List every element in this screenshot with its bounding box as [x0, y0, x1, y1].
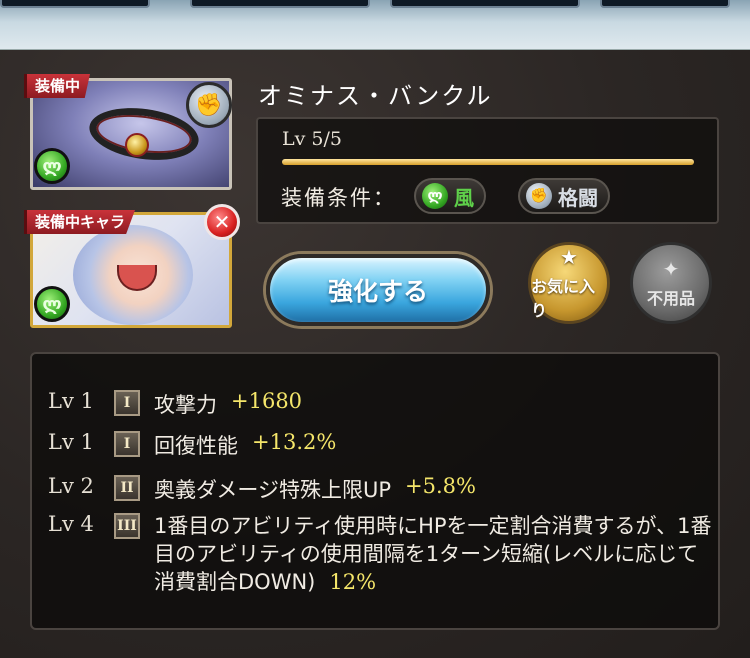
star-icon: ★	[560, 245, 578, 269]
item-name: オミナス・バンクル	[258, 82, 493, 110]
skill-description: 1番目のアビリティ使用時にHPを一定割合消費するが、1番目のアビリティの使用間隔…	[154, 512, 714, 596]
top-header-strip	[0, 0, 750, 50]
skill-name: 1番目のアビリティ使用時にHPを一定割合消費するが、1番目のアビリティの使用間隔…	[154, 514, 712, 594]
equip-condition-label: 装備条件：	[281, 186, 396, 210]
equipped-character-ribbon: 装備中キャラ	[24, 210, 136, 234]
level-label: Lv 5/5	[282, 128, 342, 150]
bangle-image	[86, 101, 202, 167]
skill-tier-badge: I	[114, 390, 140, 416]
skill-value: +13.2%	[252, 430, 337, 454]
skill-tier-badge: II	[114, 475, 140, 501]
enhance-button[interactable]: 強化する	[266, 254, 490, 326]
sparkle-icon: ✦	[662, 257, 680, 281]
junk-button[interactable]: ✦ 不用品	[630, 242, 712, 324]
gauntlet-icon: ✊	[186, 82, 232, 128]
top-tab[interactable]	[390, 0, 580, 8]
skill-level: Lv 4	[48, 512, 94, 536]
skill-row: Lv 4 III 1番目のアビリティ使用時にHPを一定割合消費するが、1番目のア…	[48, 512, 714, 596]
top-tab[interactable]	[0, 0, 150, 8]
skill-value: +1680	[231, 389, 303, 413]
skill-value: 12%	[329, 570, 377, 594]
bangle-gem	[125, 133, 149, 157]
skill-level: Lv 1	[48, 389, 94, 413]
wind-element-icon: ლ	[34, 148, 70, 184]
condition-weapon-label: 格闘	[558, 185, 598, 210]
skill-tier-badge: I	[114, 431, 140, 457]
skill-name: 回復性能	[154, 434, 238, 458]
condition-weapon-pill: ✊ 格闘	[518, 178, 610, 214]
wind-element-icon: ლ	[34, 286, 70, 322]
skill-row: Lv 1 I 回復性能 +13.2%	[48, 430, 336, 460]
skill-row: Lv 1 I 攻撃力 +1680	[48, 389, 302, 419]
skill-level: Lv 2	[48, 474, 94, 498]
skill-value: +5.8%	[404, 474, 476, 498]
level-progress-fill	[282, 159, 694, 165]
top-tab[interactable]	[600, 0, 730, 8]
favorite-label: お気に入り	[531, 277, 596, 320]
level-progress-bar	[282, 159, 694, 165]
skill-name: 攻撃力	[154, 393, 217, 417]
gauntlet-icon: ✊	[526, 183, 552, 209]
skill-level: Lv 1	[48, 430, 94, 454]
condition-element-label: 風	[454, 185, 474, 210]
junk-label: 不用品	[646, 289, 695, 308]
equipped-ribbon: 装備中	[24, 74, 91, 98]
top-tab[interactable]	[190, 0, 370, 8]
condition-element-pill: ლ 風	[414, 178, 486, 214]
favorite-button[interactable]: ★ お気に入り	[528, 242, 610, 324]
wind-element-icon: ლ	[422, 183, 448, 209]
skill-tier-badge: III	[114, 513, 140, 539]
skill-name: 奥義ダメージ特殊上限UP	[154, 478, 391, 502]
skill-row: Lv 2 II 奥義ダメージ特殊上限UP +5.8%	[48, 474, 476, 504]
unequip-close-icon[interactable]: ✕	[204, 204, 240, 240]
